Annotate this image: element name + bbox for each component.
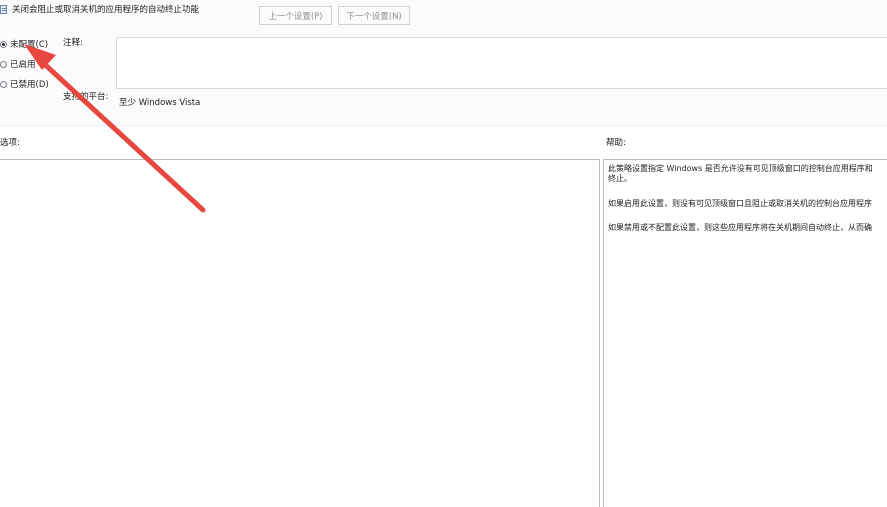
radio-button-icon[interactable] — [0, 40, 7, 48]
supported-platform-value: 至少 Windows Vista — [119, 98, 201, 108]
help-label: 帮助: — [606, 138, 626, 148]
radio-disabled[interactable]: 已禁用(D) — [0, 78, 49, 90]
policy-title: 关闭会阻止或取消关机的应用程序的自动终止功能 — [12, 5, 200, 15]
radio-label: 已启用 — [10, 60, 36, 70]
radio-not-configured[interactable]: 未配置(C) — [0, 38, 48, 50]
next-setting-button[interactable]: 下一个设置(N) — [338, 6, 410, 25]
radio-label: 未配置(C) — [10, 40, 49, 50]
comment-input[interactable] — [116, 37, 887, 89]
help-text-line: 此策略设置指定 Windows 是否允许没有可见顶级窗口的控制台应用程序和 — [608, 164, 873, 173]
help-panel: 此策略设置指定 Windows 是否允许没有可见顶级窗口的控制台应用程序和 终止… — [603, 159, 887, 507]
options-panel — [0, 159, 600, 507]
help-text-line: 终止。 — [608, 174, 632, 183]
help-text-line: 如果禁用或不配置此设置，则这些应用程序将在关机期间自动终止，从而确 — [608, 223, 872, 232]
radio-enabled[interactable]: 已启用 — [0, 58, 36, 70]
supported-platform-label: 支持的平台: — [63, 92, 109, 102]
previous-setting-button[interactable]: 上一个设置(P) — [259, 6, 332, 25]
radio-button-icon[interactable] — [0, 60, 7, 68]
options-label: 选项: — [0, 138, 20, 148]
radio-label: 已禁用(D) — [10, 80, 49, 90]
comment-label: 注释: — [63, 38, 83, 48]
radio-button-icon[interactable] — [0, 80, 7, 88]
policy-icon — [0, 5, 7, 14]
help-text-line: 如果启用此设置，则没有可见顶级窗口且阻止或取消关机的控制台应用程序 — [608, 199, 872, 208]
